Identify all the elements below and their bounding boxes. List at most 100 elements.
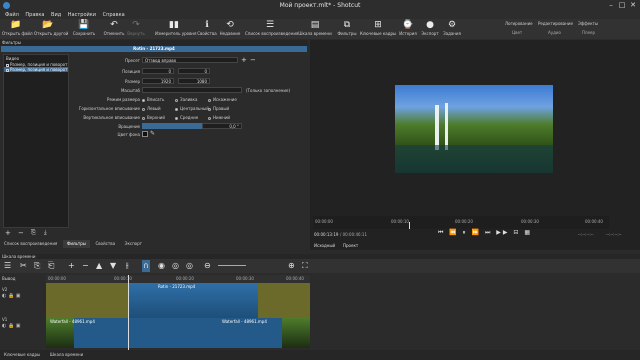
layout-editing[interactable]: Редактирование — [538, 21, 573, 26]
size-mode-fit[interactable]: Вписать — [142, 97, 164, 102]
folder-other-icon: 📂 — [42, 20, 54, 30]
out-point: --:--:--:-- — [606, 232, 622, 237]
menu-icon[interactable]: ☰ — [4, 260, 11, 272]
lift-icon[interactable]: ▲ — [96, 260, 102, 272]
tab-filters[interactable]: Фильтры — [62, 240, 90, 248]
size-mode-fill[interactable]: Заливка — [175, 97, 197, 102]
tab-source[interactable]: Исходный — [314, 243, 335, 248]
tab-project[interactable]: Проект — [343, 243, 358, 248]
menu-settings[interactable]: Настройки — [68, 11, 96, 19]
size-mode-distort[interactable]: Искажение — [208, 97, 237, 102]
valign-top[interactable]: Верхний — [142, 115, 165, 120]
window-title: Мой проект.mlt* - Shotcut — [279, 2, 361, 9]
position-x-field[interactable]: 0 — [142, 68, 174, 74]
menu-file[interactable]: Файл — [5, 11, 19, 19]
main-toolbar: 📁 Открыть файл 📂 Открыть другой 💾 Сохранить… — [0, 19, 640, 39]
add-filter-button[interactable]: + — [5, 229, 11, 237]
menu-help[interactable]: Справка — [103, 11, 125, 19]
filters-button[interactable]: ⧉ Фильтры — [333, 20, 361, 38]
halign-right[interactable]: Правый — [208, 106, 229, 111]
open-other-button[interactable]: 📂 Открыть другой — [34, 20, 68, 38]
close-icon[interactable]: ✕ — [627, 1, 639, 10]
scale-slider[interactable] — [142, 87, 242, 93]
transport-controls[interactable]: ⏮ ⏪ ⏸ ⏩ ⏭ ▶▶ ⊟ ▦ — [438, 229, 532, 237]
zoom-in-icon[interactable]: ⊕ — [288, 260, 295, 272]
copy-icon[interactable]: ⎘ — [34, 260, 40, 272]
in-point: --:--:--:-- — [578, 232, 594, 237]
zoom-fit-icon[interactable]: ⛶ — [302, 260, 308, 272]
color-picker-icon[interactable]: ✎ — [150, 130, 155, 137]
snap-icon[interactable]: ∩ — [142, 260, 150, 272]
output-track-label: Вывод — [2, 276, 16, 281]
zoom-out-icon[interactable]: ⊖ — [204, 260, 211, 272]
filter-item-selected[interactable]: Размер, позиция и поворот — [4, 67, 68, 72]
tab-keyframes[interactable]: Ключевые кадры — [0, 350, 44, 360]
remove-icon[interactable]: − — [82, 260, 89, 272]
ripple-all-icon[interactable]: ◎ — [186, 260, 193, 272]
timeline-button[interactable]: ▤ Шкала времени — [297, 20, 333, 38]
overwrite-icon[interactable]: ▼ — [110, 260, 116, 272]
v2-track-controls-icon[interactable]: ◐ 🔒 ▣ — [0, 293, 46, 299]
zoom-slider[interactable] — [218, 265, 246, 266]
waterfall-shape — [445, 103, 448, 150]
recent-button[interactable]: ⟲ Недавние — [216, 20, 244, 38]
preset-select[interactable]: Отзвод вправо — [142, 57, 238, 63]
folder-open-icon: 📁 — [10, 20, 22, 30]
remove-preset-icon[interactable]: − — [250, 56, 256, 64]
track-headers: Вывод V2 ◐ 🔒 ▣ V1 ◐ 🔒 ▣ — [0, 275, 46, 350]
tab-export[interactable]: Экспорт — [121, 240, 146, 248]
tab-timeline[interactable]: Шкала времени — [46, 350, 87, 360]
checkbox-icon[interactable] — [6, 68, 9, 72]
rotation-field[interactable]: 0,0 ° — [202, 123, 242, 129]
valign-bottom[interactable]: Нижний — [208, 115, 230, 120]
layout-color[interactable]: Цвет — [512, 30, 522, 35]
timeline-playhead[interactable] — [128, 275, 129, 350]
playhead-marker[interactable] — [409, 222, 410, 229]
layout-logging[interactable]: Логирование — [505, 21, 533, 26]
layout-effects[interactable]: Эффекты — [578, 21, 598, 26]
timeline-clip[interactable]: Rotin - 21723.mp4 — [128, 283, 258, 318]
rotation-slider[interactable] — [142, 123, 202, 129]
water-shape — [395, 145, 553, 173]
size-width-field[interactable]: 1920 — [142, 78, 174, 84]
save-button[interactable]: 💾 Сохранить — [70, 20, 98, 38]
menu-edit[interactable]: Правка — [25, 11, 44, 19]
scrub-icon[interactable]: ◉ — [158, 260, 165, 272]
halign-left[interactable]: Левый — [142, 106, 161, 111]
tab-properties[interactable]: Свойства — [92, 240, 120, 248]
keyframes-button[interactable]: ⊞ Ключевые кадры — [360, 20, 396, 38]
ripple-icon[interactable]: ◎ — [172, 260, 179, 272]
cut-icon[interactable]: ✂ — [20, 260, 27, 272]
layout-audio[interactable]: Аудио — [548, 30, 561, 35]
valign-middle[interactable]: Средние — [175, 115, 198, 120]
halign-center[interactable]: Центральный — [175, 106, 209, 111]
add-preset-icon[interactable]: + — [241, 56, 247, 64]
jobs-button[interactable]: ⚙ Задания — [438, 20, 466, 38]
status-bar: Ключевые кадры Шкала времени — [0, 350, 640, 360]
redo-button[interactable]: ↷ Вернуть — [122, 20, 150, 38]
menu-view[interactable]: Вид — [51, 11, 61, 19]
bg-color-swatch[interactable] — [142, 131, 148, 137]
copy-filter-button[interactable]: ⎘ — [31, 229, 36, 237]
split-icon[interactable]: ⫲ — [126, 260, 129, 272]
size-height-field[interactable]: 1080 — [178, 78, 210, 84]
tab-playlist[interactable]: Список воспроизведения — [0, 240, 61, 248]
open-file-button[interactable]: 📁 Открыть файл — [2, 20, 33, 38]
paste-filter-button[interactable]: ⤓ — [44, 229, 47, 237]
playlist-icon: ☰ — [265, 20, 275, 30]
paste-icon[interactable]: ⎗ — [48, 260, 54, 272]
v1-track-controls-icon[interactable]: ◐ 🔒 ▣ — [0, 323, 46, 329]
playlist-button[interactable]: ☰ Список воспроизведения — [245, 20, 298, 38]
player-ruler[interactable]: 00:00:00 00:00:10 00:00:20 00:00:30 00:0… — [313, 216, 609, 229]
peak-meter-button[interactable]: ▮▮ Измеритель уровня — [155, 20, 196, 38]
track-label-v2[interactable]: V2 — [0, 286, 46, 293]
player-timecode[interactable]: 00:00:13:19 — [314, 232, 338, 237]
timeline-ruler[interactable]: 00:00:00 00:00:10 00:00:20 00:00:30 00:0… — [46, 275, 310, 283]
track-label-v1[interactable]: V1 — [0, 316, 46, 323]
append-icon[interactable]: + — [68, 260, 75, 272]
scale-note: (Только заполнение) — [246, 88, 291, 93]
position-y-field[interactable]: 0 — [178, 68, 210, 74]
remove-filter-button[interactable]: − — [18, 229, 24, 237]
title-bar: Мой проект.mlt* - Shotcut – □ ✕ — [0, 0, 640, 11]
layout-player[interactable]: Плеер — [582, 30, 595, 35]
